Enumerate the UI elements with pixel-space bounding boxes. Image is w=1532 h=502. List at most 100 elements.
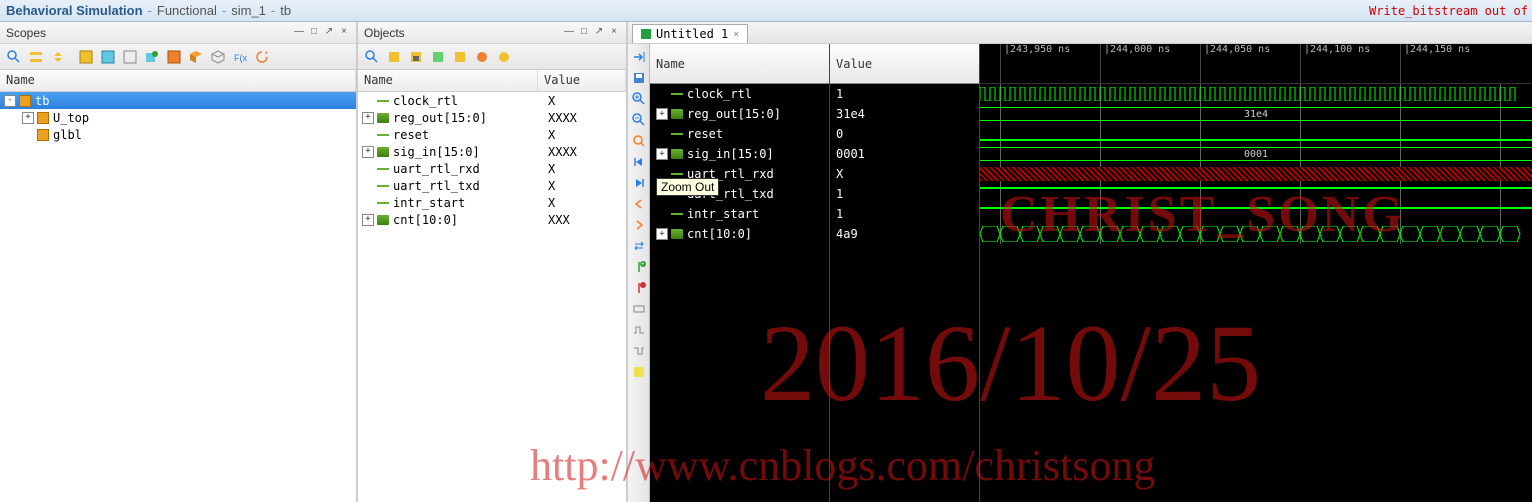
svg-text:F(x): F(x) bbox=[234, 53, 247, 63]
wave-trace-uart-rtl-rxd[interactable] bbox=[980, 164, 1532, 184]
signal-icon bbox=[377, 164, 389, 174]
search-icon[interactable] bbox=[4, 47, 24, 67]
close-icon[interactable]: × bbox=[608, 27, 620, 39]
signal-name: intr_start bbox=[393, 196, 465, 210]
title-main: Behavioral Simulation bbox=[6, 3, 143, 18]
filter-4-icon[interactable] bbox=[472, 47, 492, 67]
wave-name-intr-start[interactable]: intr_start bbox=[650, 204, 829, 224]
expand-icon[interactable]: + bbox=[362, 112, 374, 124]
next-edge-icon[interactable] bbox=[630, 216, 648, 234]
wave-name-reset[interactable]: reset bbox=[650, 124, 829, 144]
object-item-reg-out-15-0-[interactable]: +reg_out[15:0]XXXX bbox=[358, 109, 626, 126]
expand-icon[interactable]: + bbox=[656, 148, 668, 160]
collapse-all-icon[interactable] bbox=[26, 47, 46, 67]
objects-title: Objects bbox=[364, 26, 405, 40]
wave-name-reg-out-15-0-[interactable]: +reg_out[15:0] bbox=[650, 104, 829, 124]
zoom-out-icon[interactable] bbox=[630, 111, 648, 129]
expand-icon[interactable]: + bbox=[656, 108, 668, 120]
popout-icon[interactable]: ↗ bbox=[323, 27, 335, 39]
save-icon[interactable] bbox=[630, 69, 648, 87]
col-value[interactable]: Value bbox=[538, 70, 626, 91]
close-icon[interactable]: × bbox=[338, 27, 350, 39]
object-item-sig-in-15-0-[interactable]: +sig_in[15:0]XXXX bbox=[358, 143, 626, 160]
fx-icon[interactable]: F(x) bbox=[230, 47, 250, 67]
time-ruler[interactable]: |243,950 ns|244,000 ns|244,050 ns|244,10… bbox=[980, 44, 1532, 84]
wave-name-sig-in-15-0-[interactable]: + sig_in[15:0] bbox=[650, 144, 829, 164]
signal-icon bbox=[377, 147, 389, 157]
wave-col-name[interactable]: Name bbox=[650, 44, 829, 84]
block-yellow-icon[interactable] bbox=[76, 47, 96, 67]
wave-trace-reg-out-15-0-[interactable]: 31e4 bbox=[980, 104, 1532, 124]
goto-icon[interactable] bbox=[630, 48, 648, 66]
expand-icon[interactable]: + bbox=[362, 146, 374, 158]
wave-trace-clock-rtl[interactable] bbox=[980, 84, 1532, 104]
toggle-3-icon[interactable] bbox=[630, 342, 648, 360]
expand-icon[interactable]: + bbox=[656, 228, 668, 240]
expand-icon[interactable]: + bbox=[362, 214, 374, 226]
wave-value-reset: 0 bbox=[830, 124, 979, 144]
filter-lock-icon[interactable] bbox=[406, 47, 426, 67]
scopes-columns: Name bbox=[0, 70, 356, 92]
objects-tree[interactable]: clock_rtlX+reg_out[15:0]XXXXresetX+sig_i… bbox=[358, 92, 626, 502]
scopes-tree[interactable]: -tb+U_topglbl bbox=[0, 92, 356, 502]
wave-col-value[interactable]: Value bbox=[830, 44, 979, 84]
goto-start-icon[interactable] bbox=[630, 153, 648, 171]
tab-untitled1[interactable]: Untitled 1 × bbox=[632, 24, 748, 43]
filter-5-icon[interactable] bbox=[494, 47, 514, 67]
object-item-uart-rtl-rxd[interactable]: uart_rtl_rxdX bbox=[358, 160, 626, 177]
wave-trace-sig-in-15-0-[interactable]: 0001 bbox=[980, 144, 1532, 164]
wave-signal-name: sig_in[15:0] bbox=[687, 147, 774, 161]
add-icon[interactable] bbox=[142, 47, 162, 67]
zoom-fit-icon[interactable] bbox=[630, 132, 648, 150]
highlight-icon[interactable] bbox=[630, 363, 648, 381]
prev-edge-icon[interactable] bbox=[630, 195, 648, 213]
expand-all-icon[interactable] bbox=[48, 47, 68, 67]
scope-item-glbl[interactable]: glbl bbox=[0, 126, 356, 143]
search-icon[interactable] bbox=[362, 47, 382, 67]
cube-orange-icon[interactable] bbox=[186, 47, 206, 67]
wave-name-clock-rtl[interactable]: clock_rtl bbox=[650, 84, 829, 104]
block-cyan-icon[interactable] bbox=[98, 47, 118, 67]
remove-marker-icon[interactable] bbox=[630, 279, 648, 297]
maximize-icon[interactable]: □ bbox=[308, 27, 320, 39]
filter-2-icon[interactable] bbox=[428, 47, 448, 67]
scope-item-U_top[interactable]: +U_top bbox=[0, 109, 356, 126]
title-bar: Behavioral Simulation - Functional - sim… bbox=[0, 0, 1532, 22]
scope-item-tb[interactable]: -tb bbox=[0, 92, 356, 109]
block-outline-icon[interactable] bbox=[120, 47, 140, 67]
waveform-area[interactable]: |243,950 ns|244,000 ns|244,050 ns|244,10… bbox=[980, 44, 1532, 502]
goto-end-icon[interactable] bbox=[630, 174, 648, 192]
time-tick: |244,150 ns bbox=[1400, 44, 1470, 83]
object-item-cnt-10-0-[interactable]: +cnt[10:0]XXX bbox=[358, 211, 626, 228]
wave-trace-uart-rtl-txd[interactable] bbox=[980, 184, 1532, 204]
minimize-icon[interactable]: — bbox=[563, 27, 575, 39]
minimize-icon[interactable]: — bbox=[293, 27, 305, 39]
object-item-uart-rtl-txd[interactable]: uart_rtl_txdX bbox=[358, 177, 626, 194]
expand-icon[interactable]: + bbox=[22, 112, 34, 124]
filter-3-icon[interactable] bbox=[450, 47, 470, 67]
popout-icon[interactable]: ↗ bbox=[593, 27, 605, 39]
col-name[interactable]: Name bbox=[0, 70, 356, 91]
object-item-clock-rtl[interactable]: clock_rtlX bbox=[358, 92, 626, 109]
maximize-icon[interactable]: □ bbox=[578, 27, 590, 39]
toggle-1-icon[interactable] bbox=[630, 300, 648, 318]
refresh-icon[interactable] bbox=[252, 47, 272, 67]
wave-trace-intr-start[interactable] bbox=[980, 204, 1532, 224]
filter-1-icon[interactable] bbox=[384, 47, 404, 67]
wave-trace-reset[interactable] bbox=[980, 124, 1532, 144]
signal-icon bbox=[671, 109, 683, 119]
proc-icon[interactable] bbox=[164, 47, 184, 67]
cursor-swap-icon[interactable] bbox=[630, 237, 648, 255]
col-name[interactable]: Name bbox=[358, 70, 538, 91]
cube-outline-icon[interactable] bbox=[208, 47, 228, 67]
add-marker-icon[interactable]: + bbox=[630, 258, 648, 276]
object-item-intr-start[interactable]: intr_startX bbox=[358, 194, 626, 211]
wave-trace-cnt-10-0-[interactable] bbox=[980, 224, 1532, 244]
object-item-reset[interactable]: resetX bbox=[358, 126, 626, 143]
zoom-in-icon[interactable] bbox=[630, 90, 648, 108]
expand-icon[interactable]: - bbox=[4, 95, 16, 107]
toggle-2-icon[interactable] bbox=[630, 321, 648, 339]
wave-name-cnt-10-0-[interactable]: +cnt[10:0] bbox=[650, 224, 829, 244]
close-icon[interactable]: × bbox=[733, 29, 739, 40]
signal-icon bbox=[377, 215, 389, 225]
